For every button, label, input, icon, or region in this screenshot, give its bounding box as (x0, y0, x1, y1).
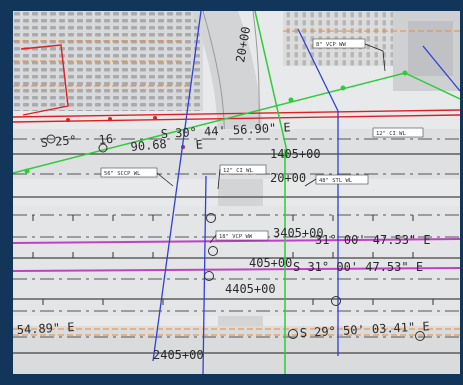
station-label-2000: 20+00 (270, 171, 306, 185)
viewer-frame: 8" VCP WW 12" CI WL 56" SCCP WL 12" CI W… (0, 0, 463, 385)
pipe-label-sccp: 56" SCCP WL (100, 167, 158, 178)
bearing-middle-1: 31° 00' 47.53" E (315, 233, 431, 247)
pipe-label-ci-mid: 12" CI WL (219, 164, 267, 175)
bearing-upper-left-2: 16 (98, 132, 114, 147)
pipe-label-stl: 48" STL WL (315, 174, 369, 185)
engineering-plan-map[interactable]: 8" VCP WW 12" CI WL 56" SCCP WL 12" CI W… (13, 11, 460, 374)
pipe-label-vcp-top: 8" VCP WW (312, 38, 366, 49)
station-label-1405: 1405+00 (270, 147, 321, 161)
pipe-label-ci-mid-text: 12" CI WL (223, 168, 253, 174)
pipe-label-ci-right: 12" CI WL (372, 127, 424, 138)
station-label-4405: 4405+00 (225, 282, 276, 296)
pipe-label-vcp-mid-text: 18" VCP WW (219, 234, 253, 240)
pipe-label-stl-text: 48" STL WL (319, 178, 353, 184)
bearing-upper-left-4: E (195, 137, 203, 152)
bearing-middle-2: S 31° 00' 47.53" E (293, 260, 423, 274)
pipe-label-ci-right-text: 12" CI WL (376, 131, 406, 137)
pipe-label-vcp-mid: 18" VCP WW (215, 230, 269, 241)
plan-drawing: 8" VCP WW 12" CI WL 56" SCCP WL 12" CI W… (13, 11, 460, 374)
station-label-405: 405+00 (249, 256, 292, 270)
pipe-label-sccp-text: 56" SCCP WL (104, 171, 141, 177)
pipe-label-vcp-top-text: 8" VCP WW (316, 42, 346, 48)
station-label-2405: 2405+00 (153, 348, 204, 362)
